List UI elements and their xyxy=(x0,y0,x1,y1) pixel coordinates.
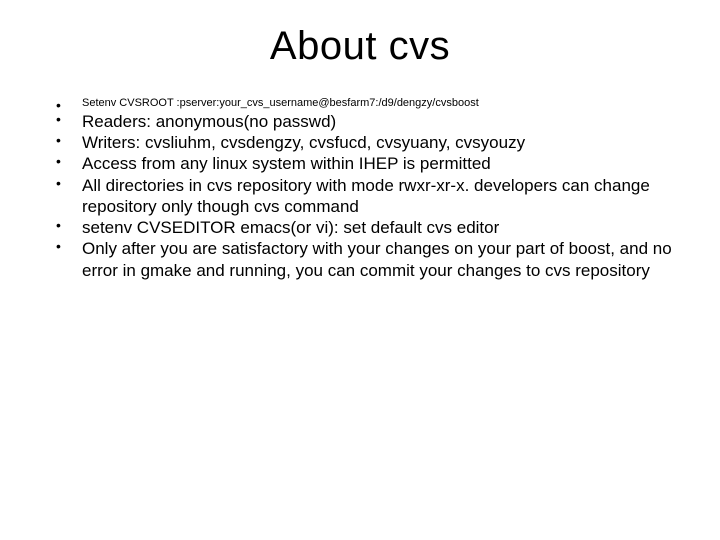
bullet-directories: All directories in cvs repository with m… xyxy=(48,175,672,218)
bullet-writers: Writers: cvsliuhm, cvsdengzy, cvsfucd, c… xyxy=(48,132,672,153)
bullet-cvseditor: setenv CVSEDITOR emacs(or vi): set defau… xyxy=(48,217,672,238)
bullet-list: Setenv CVSROOT :pserver:your_cvs_usernam… xyxy=(48,97,672,281)
bullet-commit-policy: Only after you are satisfactory with you… xyxy=(48,238,672,281)
page-title: About cvs xyxy=(48,24,672,69)
bullet-readers: Readers: anonymous(no passwd) xyxy=(48,111,672,132)
bullet-setenv-root: Setenv CVSROOT :pserver:your_cvs_usernam… xyxy=(48,97,672,111)
bullet-access: Access from any linux system within IHEP… xyxy=(48,153,672,174)
slide: About cvs Setenv CVSROOT :pserver:your_c… xyxy=(0,0,720,540)
